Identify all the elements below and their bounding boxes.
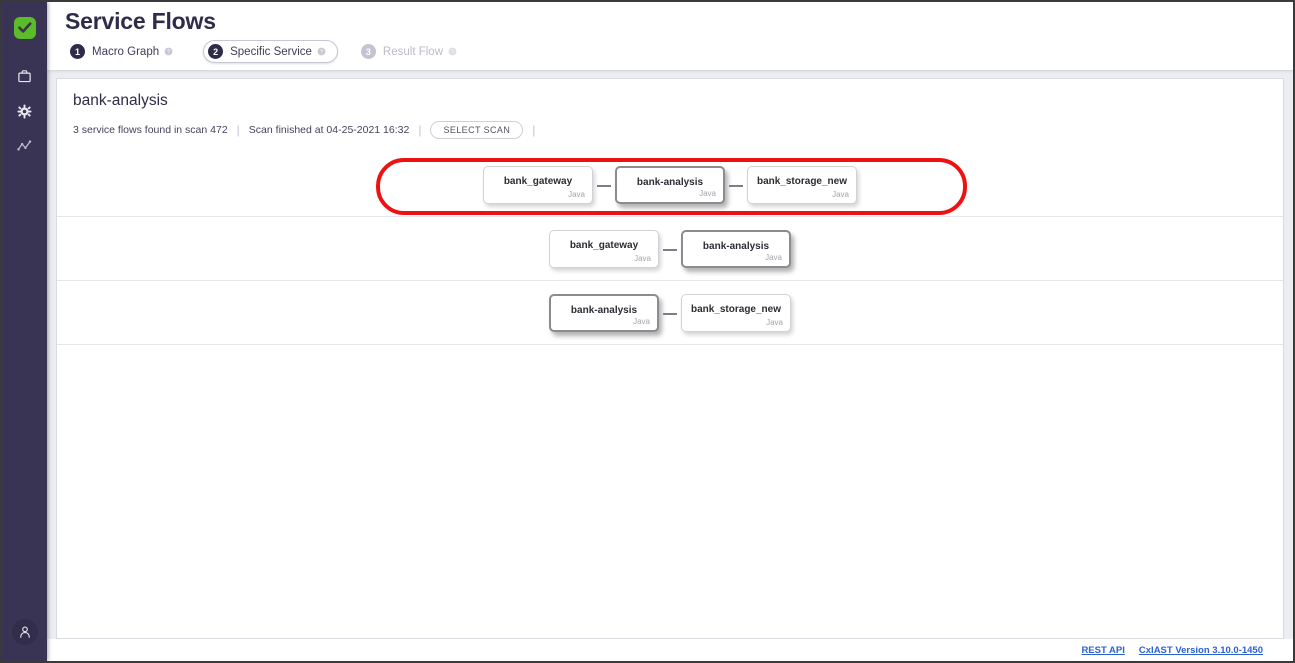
node-name: bank_storage_new (690, 303, 782, 315)
flow-node-selected[interactable]: bank-analysis Java (615, 165, 725, 204)
rest-api-link[interactable]: REST API (1081, 645, 1124, 656)
gear-icon[interactable] (14, 101, 36, 121)
avatar[interactable] (11, 619, 38, 645)
flow-connector (659, 294, 681, 332)
node-name: bank_gateway (503, 175, 573, 187)
step-label: Specific Service (230, 45, 312, 58)
select-scan-button[interactable]: SELECT SCAN (430, 121, 524, 139)
step-number: 1 (70, 44, 85, 59)
svg-text:?: ? (320, 50, 323, 56)
panel-header: bank-analysis 3 service flows found in s… (57, 79, 1283, 139)
node-name: bank-analysis (702, 240, 770, 252)
node-name: bank-analysis (636, 176, 704, 188)
service-flows-panel: bank-analysis 3 service flows found in s… (56, 78, 1284, 639)
node-name: bank_gateway (569, 239, 639, 251)
step-label: Result Flow (382, 45, 443, 58)
help-icon: ? (448, 47, 457, 56)
flows-found-text: 3 service flows found in scan 472 (73, 124, 228, 136)
flow-row[interactable]: bank_gateway Java bank-analysis Java (57, 217, 1283, 281)
flow-connector (725, 166, 747, 204)
scan-finished-text: Scan finished at 04-25-2021 16:32 (248, 124, 410, 136)
checkmarx-logo-icon[interactable] (13, 16, 37, 40)
page-title: Service Flows (65, 8, 216, 34)
node-name: bank_storage_new (756, 175, 848, 187)
briefcase-icon[interactable] (14, 66, 36, 86)
flow-nodes: bank-analysis Java bank_storage_new Java (549, 293, 791, 332)
application-window: Service Flows 1 Macro Graph ? 2 Specific… (0, 0, 1295, 663)
svg-text:?: ? (167, 50, 170, 56)
flow-node[interactable]: bank_storage_new Java (747, 165, 857, 204)
step-result-flow: 3 Result Flow ? (356, 40, 469, 63)
step-number: 2 (208, 44, 224, 59)
node-language: Java (765, 252, 782, 262)
page-header: Service Flows 1 Macro Graph ? 2 Specific… (47, 2, 1293, 70)
flow-nodes: bank_gateway Java bank-analysis Java ban… (483, 165, 857, 204)
analytics-icon[interactable] (14, 136, 36, 156)
flow-node[interactable]: bank_storage_new Java (681, 293, 791, 332)
service-flow-list: bank_gateway Java bank-analysis Java ban… (57, 153, 1283, 638)
help-icon[interactable]: ? (317, 47, 326, 56)
flow-connector (659, 230, 681, 268)
node-language: Java (832, 189, 849, 199)
step-macro-graph[interactable]: 1 Macro Graph ? (65, 40, 185, 63)
node-language: Java (634, 253, 651, 263)
node-language: Java (568, 189, 585, 199)
svg-text:?: ? (451, 50, 454, 56)
flow-node-selected[interactable]: bank-analysis Java (549, 293, 659, 332)
scan-meta-row: 3 service flows found in scan 472 | Scan… (73, 121, 1283, 139)
content-backdrop: bank-analysis 3 service flows found in s… (47, 70, 1293, 639)
sidebar-nav (14, 66, 36, 156)
flow-node-selected[interactable]: bank-analysis Java (681, 229, 791, 268)
meta-separator: | (418, 123, 422, 137)
help-icon[interactable]: ? (164, 47, 173, 56)
flow-node[interactable]: bank_gateway Java (549, 229, 659, 268)
step-wizard: 1 Macro Graph ? 2 Specific Service ? 3 R… (65, 40, 1293, 63)
node-language: Java (633, 316, 650, 326)
flow-connector (593, 166, 615, 204)
step-specific-service[interactable]: 2 Specific Service ? (203, 40, 338, 63)
meta-separator: | (532, 123, 536, 137)
page-footer: REST API CxIAST Version 3.10.0-1450 (47, 639, 1293, 661)
main-pane: Service Flows 1 Macro Graph ? 2 Specific… (47, 2, 1293, 661)
version-link[interactable]: CxIAST Version 3.10.0-1450 (1139, 645, 1263, 656)
left-sidebar (2, 2, 47, 661)
step-number: 3 (360, 44, 376, 59)
flow-nodes: bank_gateway Java bank-analysis Java (549, 229, 791, 268)
flow-node[interactable]: bank_gateway Java (483, 165, 593, 204)
step-label: Macro Graph (92, 45, 160, 58)
meta-separator: | (236, 123, 240, 137)
flow-row[interactable]: bank_gateway Java bank-analysis Java ban… (57, 153, 1283, 217)
service-name: bank-analysis (73, 92, 168, 109)
node-name: bank-analysis (570, 304, 638, 316)
node-language: Java (766, 317, 783, 327)
user-icon (19, 626, 30, 638)
node-language: Java (699, 188, 716, 198)
flow-row[interactable]: bank-analysis Java bank_storage_new Java (57, 281, 1283, 345)
